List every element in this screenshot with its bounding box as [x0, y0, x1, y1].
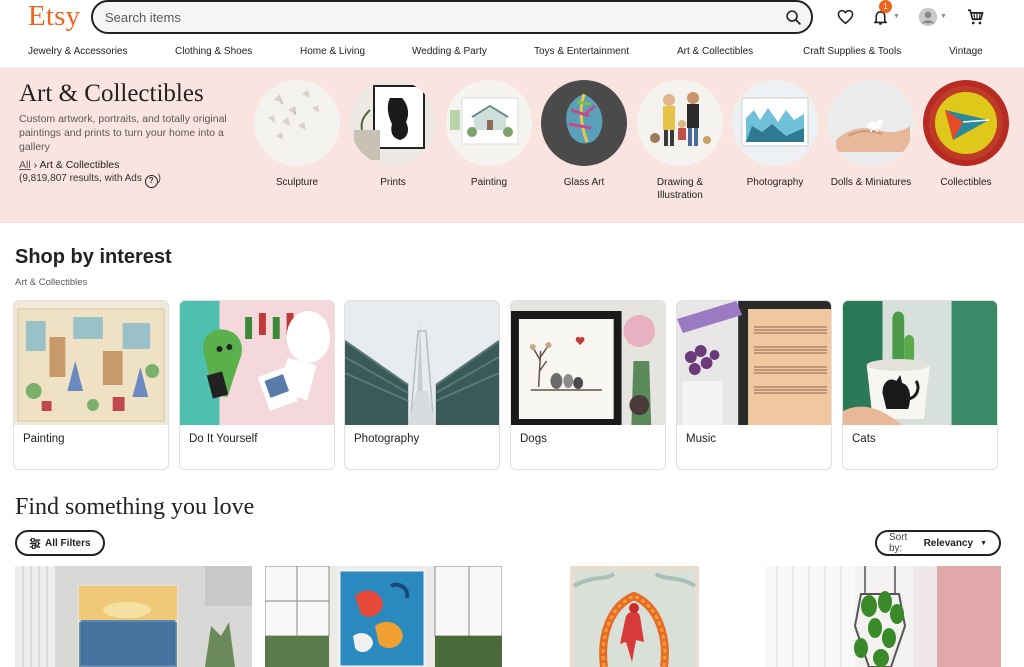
interest-card-dogs[interactable]: Dogs [510, 300, 666, 470]
all-filters-label: All Filters [45, 537, 91, 549]
category-nav: Jewelry & Accessories Clothing & Shoes H… [0, 44, 1024, 66]
sort-prefix: Sort by: [889, 532, 908, 554]
catnav-toys[interactable]: Toys & Entertainment [534, 46, 629, 57]
notification-badge: 1 [879, 0, 892, 13]
interest-dogs-image [511, 301, 665, 425]
page-title: Art & Collectibles [19, 80, 204, 107]
interest-card-photography[interactable]: Photography [344, 300, 500, 470]
account-button[interactable] [916, 6, 940, 28]
sculpture-image [254, 80, 340, 166]
interest-card-cats[interactable]: Cats [842, 300, 998, 470]
search-input[interactable] [105, 9, 775, 25]
search-bar[interactable] [91, 0, 813, 34]
shop-by-interest-title: Shop by interest [15, 246, 172, 268]
catnav-jewelry[interactable]: Jewelry & Accessories [28, 46, 127, 57]
interest-card-label: Music [686, 433, 717, 445]
drawing-illustration-image [637, 80, 723, 166]
interest-card-label: Painting [23, 433, 65, 445]
interest-card-label: Photography [354, 433, 420, 445]
filter-icon [29, 537, 41, 549]
interest-card-label: Cats [852, 433, 876, 445]
breadcrumb-all-link[interactable]: All [19, 159, 31, 171]
subcategory-collectibles[interactable]: Collectibles [921, 80, 1011, 189]
category-description: Custom artwork, portraits, and totally o… [19, 113, 227, 153]
product-image-1 [15, 566, 252, 667]
interest-photography-image [345, 301, 499, 426]
results-text: (9,819,807 results, with Ads [19, 173, 142, 184]
dolls-miniatures-image [828, 80, 914, 166]
subcategory-drawing-illustration[interactable]: Drawing & Illustration [635, 80, 725, 202]
cart-button[interactable] [963, 6, 987, 28]
collectibles-image [923, 80, 1009, 166]
favorites-button[interactable] [833, 6, 857, 28]
heart-icon [837, 9, 853, 25]
breadcrumb-separator: › [33, 159, 38, 171]
interest-card-music[interactable]: Music [676, 300, 832, 470]
product-card-1[interactable] [15, 566, 252, 667]
subcategory-label: Painting [470, 177, 508, 188]
caret-down-icon: ▼ [980, 539, 987, 547]
cart-icon [967, 9, 983, 25]
product-image-3 [570, 566, 699, 667]
catnav-vintage[interactable]: Vintage [949, 46, 983, 57]
catnav-craft[interactable]: Craft Supplies & Tools [803, 46, 901, 57]
catnav-clothing[interactable]: Clothing & Shoes [175, 46, 252, 57]
product-image-2 [265, 566, 502, 667]
interest-card-label: Do It Yourself [189, 433, 258, 445]
breadcrumb: All › Art & Collectibles [19, 159, 119, 171]
notifications-button[interactable]: 1 [868, 0, 892, 28]
painting-image [446, 80, 532, 166]
catnav-wedding[interactable]: Wedding & Party [412, 46, 487, 57]
subcategory-painting[interactable]: Painting [444, 80, 534, 189]
catnav-art[interactable]: Art & Collectibles [677, 46, 753, 57]
sort-dropdown[interactable]: Sort by: Relevancy ▼ [875, 530, 1001, 556]
subcategory-sculpture[interactable]: Sculpture [252, 80, 342, 189]
interest-card-diy[interactable]: Do It Yourself [179, 300, 335, 470]
search-button[interactable] [775, 2, 811, 32]
subcategory-dolls-miniatures[interactable]: Dolls & Miniatures [826, 80, 916, 189]
chevron-down-icon: ▼ [940, 13, 947, 20]
glass-art-image [541, 80, 627, 166]
interest-music-image [677, 301, 831, 425]
subcategory-glass-art[interactable]: Glass Art [539, 80, 629, 189]
product-card-3[interactable] [570, 566, 699, 667]
find-something-title: Find something you love [15, 494, 255, 520]
subcategory-label: Drawing & Illustration [656, 177, 704, 201]
interest-diy-image [180, 301, 334, 425]
chevron-down-icon: ▼ [893, 13, 900, 20]
subcategory-label: Prints [380, 177, 406, 188]
prints-image [350, 80, 436, 166]
subcategory-label: Collectibles [940, 177, 992, 188]
subcategory-label: Photography [746, 177, 804, 188]
product-card-4[interactable] [765, 566, 1001, 667]
photography-image [732, 80, 818, 166]
sort-value: Relevancy [923, 537, 974, 549]
product-image-4 [765, 566, 1001, 667]
breadcrumb-current: Art & Collectibles [39, 159, 120, 171]
interest-card-painting[interactable]: Painting [13, 300, 169, 470]
category-hero: Art & Collectibles Custom artwork, portr… [0, 67, 1024, 223]
header: Etsy 1 ▼ ▼ Jewelry & Accessories Clothin… [0, 0, 1024, 68]
help-icon[interactable]: ? [144, 175, 158, 188]
subcategory-photography[interactable]: Photography [730, 80, 820, 189]
product-card-2[interactable] [265, 566, 502, 667]
interest-card-label: Dogs [520, 433, 547, 445]
all-filters-button[interactable]: All Filters [15, 530, 105, 556]
search-icon [785, 9, 801, 25]
subcategory-label: Glass Art [563, 177, 605, 188]
interest-cats-image [843, 301, 997, 425]
interest-painting-image [14, 301, 168, 425]
results-count: (9,819,807 results, with Ads ?) [19, 173, 161, 188]
subcategory-label: Dolls & Miniatures [830, 177, 912, 188]
shop-by-interest-subtitle: Art & Collectibles [15, 277, 88, 288]
results-close-paren: ) [157, 173, 161, 184]
avatar-icon [918, 7, 938, 27]
etsy-logo[interactable]: Etsy [28, 0, 80, 33]
subcategory-prints[interactable]: Prints [348, 80, 438, 189]
catnav-home[interactable]: Home & Living [300, 46, 365, 57]
subcategory-label: Sculpture [275, 177, 319, 188]
